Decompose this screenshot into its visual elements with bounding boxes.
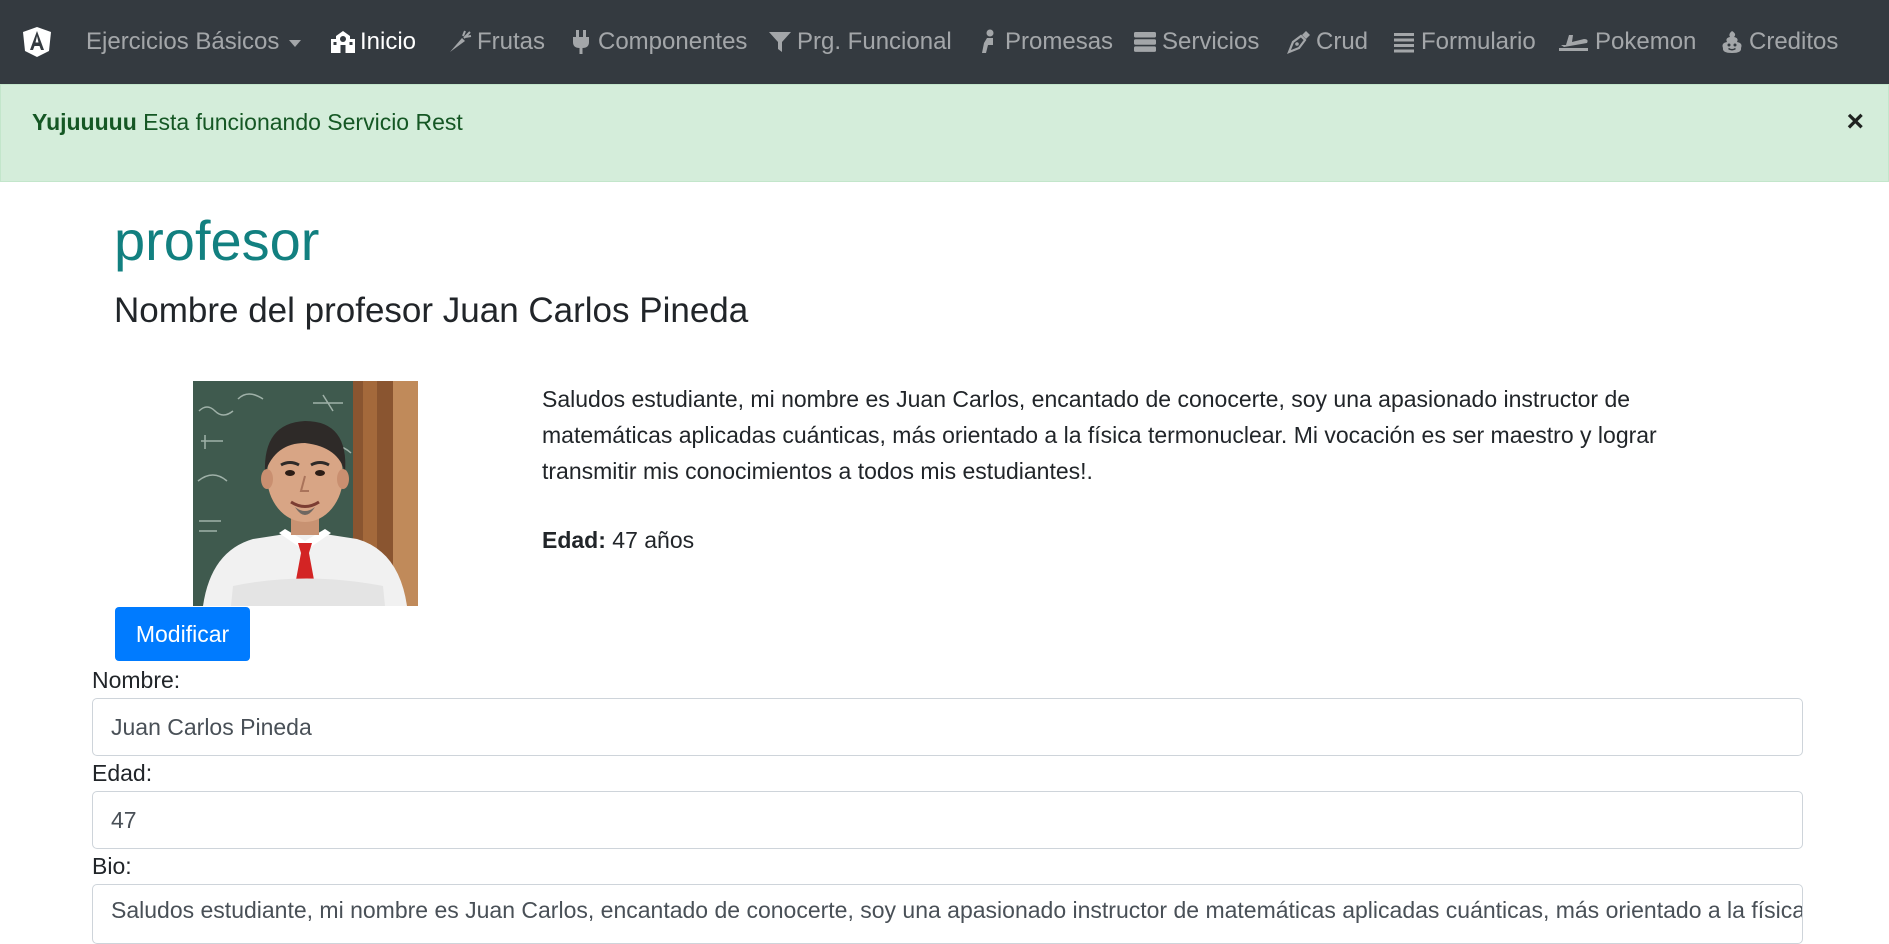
close-icon[interactable]: ×: [1846, 107, 1864, 137]
nav-creditos[interactable]: Creditos: [1719, 0, 1838, 84]
nav-pokemon[interactable]: Pokemon: [1557, 0, 1696, 84]
alert-body-text: Esta funcionando Servicio Rest: [136, 109, 463, 135]
list-icon: [1391, 29, 1417, 55]
plane-icon: [1557, 29, 1591, 55]
nav-componentes[interactable]: Componentes: [568, 0, 747, 84]
age-field-label: Edad:: [92, 760, 153, 786]
nav-ejercicios-basicos-dropdown[interactable]: Ejercicios Básicos: [86, 0, 302, 84]
nav-item-label: Crud: [1316, 28, 1369, 55]
alert-strong-text: Yujuuuuu: [32, 109, 137, 135]
nav-item-label: Formulario: [1421, 28, 1536, 55]
server-icon: [1132, 29, 1158, 55]
age-value: 47 años: [605, 527, 695, 553]
nav-frutas[interactable]: Frutas: [447, 0, 545, 84]
modify-button[interactable]: Modificar: [115, 607, 250, 661]
professor-photo: [193, 381, 418, 606]
nav-item-label: Inicio: [360, 28, 417, 55]
angular-logo-icon[interactable]: [22, 26, 52, 58]
nav-item-label: Frutas: [477, 28, 546, 55]
nav-inicio[interactable]: Inicio: [330, 0, 416, 84]
nav-item-label: Promesas: [1005, 28, 1114, 55]
age-field[interactable]: [92, 791, 1803, 849]
bio-label: Bio:: [92, 853, 132, 879]
nav-item-label: Servicios: [1162, 28, 1260, 55]
nav-item-label: Prg. Funcional: [797, 28, 952, 55]
nav-item-label: Ejercicios Básicos: [86, 28, 280, 55]
poop-icon: [1719, 29, 1745, 55]
plug-icon: [568, 29, 594, 55]
nav-servicios[interactable]: Servicios: [1132, 0, 1259, 84]
professor-name-heading: Nombre del profesor Juan Carlos Pineda: [114, 291, 749, 330]
professor-age: Edad: 47 años: [542, 527, 694, 554]
nav-formulario[interactable]: Formulario: [1391, 0, 1536, 84]
success-alert: Yujuuuuu Esta funcionando Servicio Rest …: [0, 84, 1889, 182]
bio-textarea[interactable]: Saludos estudiante, mi nombre es Juan Ca…: [92, 884, 1803, 944]
nav-promesas[interactable]: Promesas: [975, 0, 1113, 84]
name-field[interactable]: [92, 698, 1803, 756]
name-label: Nombre:: [92, 667, 181, 693]
age-label: Edad:: [542, 527, 606, 553]
filter-icon: [767, 29, 793, 55]
person-kneeling-icon: [975, 29, 1001, 55]
nav-item-label: Pokemon: [1595, 28, 1697, 55]
nav-prg-funcional[interactable]: Prg. Funcional: [767, 0, 952, 84]
page-title: profesor: [114, 209, 320, 272]
alert-message: Yujuuuuu Esta funcionando Servicio Rest: [32, 109, 463, 136]
nav-crud[interactable]: Crud: [1286, 0, 1368, 84]
professor-bio: Saludos estudiante, mi nombre es Juan Ca…: [542, 386, 1657, 484]
carrot-icon: [447, 29, 473, 55]
navbar: Ejercicios Básicos Inicio Frutas Compone…: [0, 0, 1889, 84]
chevron-down-icon: [289, 39, 302, 47]
pen-nib-icon: [1286, 29, 1312, 55]
nav-item-label: Creditos: [1749, 28, 1839, 55]
nav-item-label: Componentes: [598, 28, 748, 55]
school-icon: [330, 29, 356, 55]
